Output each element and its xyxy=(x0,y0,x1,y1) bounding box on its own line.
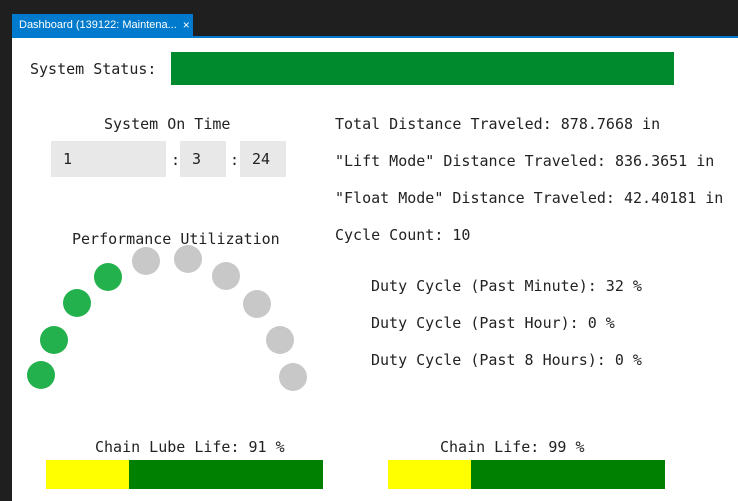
time-separator: : xyxy=(171,151,181,169)
chain-lube-life-ok-segment xyxy=(129,460,323,489)
chain-life-label: Chain Life: 99 % xyxy=(440,438,585,456)
utilization-dot xyxy=(266,326,294,354)
system-status-label: System Status: xyxy=(30,60,157,78)
system-status-indicator xyxy=(171,52,674,85)
performance-utilization-label: Performance Utilization xyxy=(72,230,280,248)
utilization-dot xyxy=(63,289,91,317)
hours-field[interactable]: 1 xyxy=(51,141,166,177)
chain-lube-life-label: Chain Lube Life: 91 % xyxy=(95,438,285,456)
float-distance-text: "Float Mode" Distance Traveled: 42.40181… xyxy=(335,189,724,207)
cycle-count-text: Cycle Count: 10 xyxy=(335,226,471,244)
utilization-dot xyxy=(94,263,122,291)
dashboard-panel: System Status: System On Time 1 : 3 : 24… xyxy=(12,36,738,501)
tab-dashboard[interactable]: Dashboard (139122: Maintena... × xyxy=(12,14,193,36)
system-on-time-label: System On Time xyxy=(104,115,231,133)
tab-title: Dashboard (139122: Maintena... xyxy=(19,19,177,31)
duty-cycle-minute-text: Duty Cycle (Past Minute): 32 % xyxy=(371,277,642,295)
utilization-dot xyxy=(243,290,271,318)
minutes-field[interactable]: 3 xyxy=(180,141,226,177)
utilization-dot xyxy=(212,262,240,290)
chain-lube-life-bar xyxy=(46,460,323,489)
total-distance-text: Total Distance Traveled: 878.7668 in xyxy=(335,115,661,133)
utilization-dot xyxy=(174,245,202,273)
time-separator: : xyxy=(230,151,240,169)
utilization-dot xyxy=(132,247,160,275)
chain-life-warn-segment xyxy=(388,460,472,489)
chain-lube-life-warn-segment xyxy=(46,460,130,489)
seconds-field[interactable]: 24 xyxy=(240,141,286,177)
chain-life-bar xyxy=(388,460,665,489)
close-icon[interactable]: × xyxy=(183,18,190,32)
tab-bar: Dashboard (139122: Maintena... × xyxy=(0,0,738,36)
utilization-dot xyxy=(40,326,68,354)
lift-distance-text: "Lift Mode" Distance Traveled: 836.3651 … xyxy=(335,152,715,170)
utilization-dot xyxy=(279,363,307,391)
duty-cycle-8hours-text: Duty Cycle (Past 8 Hours): 0 % xyxy=(371,351,642,369)
chain-life-ok-segment xyxy=(471,460,665,489)
utilization-dot xyxy=(27,361,55,389)
duty-cycle-hour-text: Duty Cycle (Past Hour): 0 % xyxy=(371,314,615,332)
